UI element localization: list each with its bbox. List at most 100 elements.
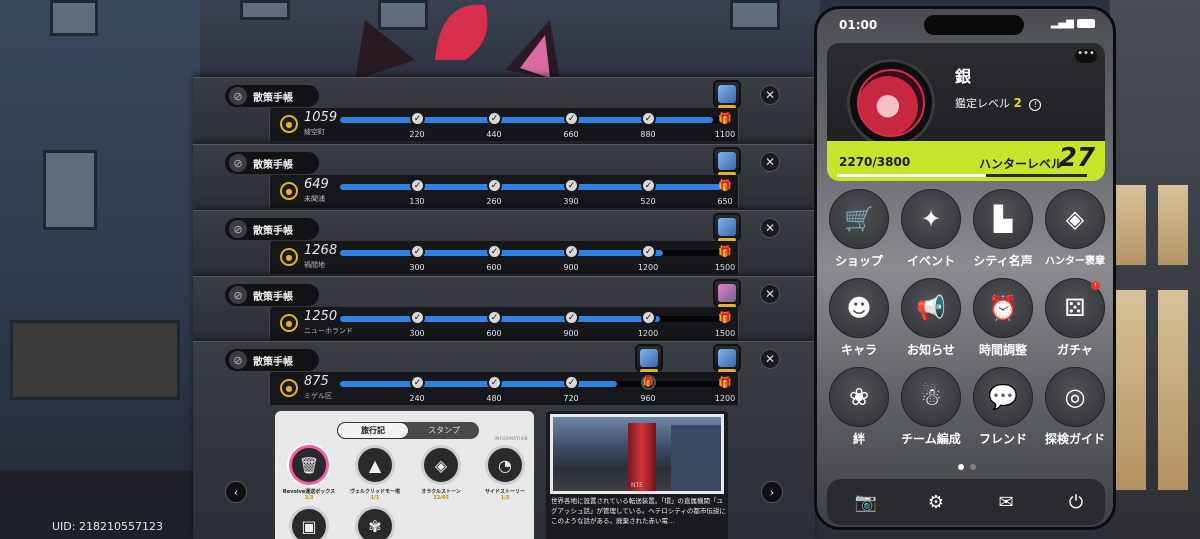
app-alarm-clock[interactable]: ⏰ 時間調整	[968, 278, 1038, 358]
milestone-node[interactable]: ✓	[641, 244, 656, 259]
appraise-level: 鑑定レベル 2 !	[955, 95, 1042, 111]
milestone-node[interactable]: ✓	[564, 111, 579, 126]
stamp-item[interactable]: ◈	[421, 445, 461, 485]
final-reward[interactable]	[713, 213, 741, 242]
milestone-node[interactable]: 🎁	[641, 375, 656, 390]
battery-icon	[1077, 18, 1095, 28]
power-button[interactable]: ⏻	[1063, 489, 1089, 515]
milestone-node[interactable]: ✓	[487, 178, 502, 193]
megaphone-icon: 📢	[916, 294, 946, 322]
milestone-reward[interactable]	[635, 344, 663, 373]
settings-button[interactable]: ⚙	[923, 489, 949, 515]
cart-icon: 🛒	[844, 205, 874, 233]
close-button[interactable]: ✕	[760, 85, 780, 105]
app-megaphone[interactable]: 📢 お知らせ	[896, 278, 966, 358]
stamp-count: 1/3	[500, 495, 510, 501]
more-options-button[interactable]: •••	[1075, 49, 1097, 63]
next-arrow-button[interactable]: ›	[761, 481, 783, 503]
milestone-node[interactable]: ✓	[564, 310, 579, 325]
milestone-node[interactable]: ✓	[487, 244, 502, 259]
milestone-label: 240	[409, 394, 425, 403]
milestone-node[interactable]: ✓	[487, 111, 502, 126]
info-icon[interactable]: !	[1029, 99, 1042, 111]
tab-travelogue[interactable]: 旅行記	[337, 422, 409, 439]
district-name: ミゲル区	[304, 392, 332, 400]
app-icon-circle: ⏰	[973, 278, 1033, 338]
close-button[interactable]: ✕	[760, 218, 780, 238]
page-indicator	[958, 464, 976, 470]
app-dice[interactable]: ⚄! ガチャ	[1040, 278, 1110, 358]
mission-card[interactable]: ⊘ 散策手帳 ✕ ● 1268 禍間地 ✓ 300 ✓ 600 ✓ 900 ✓ 120…	[193, 210, 815, 276]
milestone-node[interactable]: ✓	[487, 375, 502, 390]
coin-icon: ●	[280, 115, 298, 133]
notebook-label: 散策手帳	[253, 356, 293, 368]
milestone-label: 1200	[637, 329, 659, 338]
prev-arrow-button[interactable]: ‹	[225, 481, 247, 503]
app-heart-flower[interactable]: ❀ 絆	[824, 367, 894, 447]
milestone-node[interactable]: ✓	[410, 244, 425, 259]
district-name: 未聞浦	[304, 195, 325, 203]
camera-button[interactable]: 📷	[853, 489, 879, 515]
page-dot[interactable]	[958, 464, 964, 470]
app-compass[interactable]: ◎ 探検ガイド	[1040, 367, 1110, 447]
coin-icon: ●	[280, 314, 298, 332]
stamp-item[interactable]: ◔	[485, 445, 525, 485]
stamp-item[interactable]: ✾	[355, 506, 395, 539]
app-label: 時間調整	[978, 343, 1027, 357]
milestone-node[interactable]: ✓	[641, 178, 656, 193]
final-reward[interactable]	[713, 147, 741, 176]
emblem-icon: ◈	[1065, 205, 1085, 233]
app-film-sparkle[interactable]: ✦ イベント	[896, 189, 966, 269]
uid-label: UID: 218210557123	[52, 520, 163, 533]
app-label: キャラ	[840, 343, 877, 357]
milestone-node[interactable]: ✓	[564, 375, 579, 390]
milestone-node[interactable]: ✓	[487, 310, 502, 325]
mission-card[interactable]: ⊘ 散策手帳 ✕ ● 1250 ニューホランド ✓ 300 ✓ 600 ✓ 900 ✓…	[193, 276, 815, 341]
mission-card[interactable]: ⊘ 散策手帳 ✕ ● 1059 綾空町 ✓ 220 ✓ 440 ✓ 660 ✓ 880…	[193, 77, 815, 144]
stamp-item[interactable]: 🗑	[289, 445, 329, 485]
close-button[interactable]: ✕	[760, 349, 780, 369]
mail-button[interactable]: ✉	[993, 489, 1019, 515]
notebook-tag: ⊘ 散策手帳	[225, 152, 319, 174]
close-button[interactable]: ✕	[760, 152, 780, 172]
stamp-item[interactable]: ▣	[289, 506, 329, 539]
gift-icon: 🎁	[718, 178, 732, 192]
app-cart[interactable]: 🛒 ショップ	[824, 189, 894, 269]
stamp-name: サイドストーリー	[484, 489, 526, 495]
milestone-node[interactable]: ✓	[410, 310, 425, 325]
milestone-node[interactable]: ✓	[410, 111, 425, 126]
app-team[interactable]: ☃ チーム編成	[896, 367, 966, 447]
notebook-label: 散策手帳	[253, 291, 293, 303]
milestone-node[interactable]: ✓	[641, 310, 656, 325]
app-city[interactable]: ▙ シティ名声	[968, 189, 1038, 269]
milestone-label: 1500	[714, 263, 736, 272]
final-reward[interactable]	[713, 279, 741, 308]
coin-icon: ●	[280, 182, 298, 200]
background-building-left	[0, 0, 200, 470]
appraise-label: 鑑定レベル	[955, 97, 1010, 110]
final-reward[interactable]	[713, 344, 741, 373]
close-button[interactable]: ✕	[760, 284, 780, 304]
stamp-item[interactable]: ▲	[355, 445, 395, 485]
notebook-label: 散策手帳	[253, 225, 293, 237]
alert-badge: !	[1091, 281, 1100, 290]
app-character[interactable]: ☻ キャラ	[824, 278, 894, 358]
dock: 📷 ⚙ ✉ ⏻	[827, 479, 1105, 525]
milestone-label: 600	[486, 329, 502, 338]
milestone-node[interactable]: ✓	[564, 244, 579, 259]
hunter-level-band: 2270/3800 ハンターレベル 27	[827, 141, 1105, 181]
milestone-label: 900	[563, 263, 579, 272]
milestone-node[interactable]: ✓	[410, 178, 425, 193]
milestone-node[interactable]: ✓	[410, 375, 425, 390]
app-chat-bubble[interactable]: 💬 フレンド	[968, 367, 1038, 447]
profile-card[interactable]: ••• 銀 鑑定レベル 2 ! 2270/3800 ハンターレベル 27	[827, 43, 1105, 181]
milestone-node[interactable]: ✓	[564, 178, 579, 193]
progress-fill	[340, 117, 714, 123]
final-reward[interactable]	[713, 80, 741, 109]
mission-card[interactable]: ⊘ 散策手帳 ✕ ● 649 未聞浦 ✓ 130 ✓ 260 ✓ 390 ✓ 520 🎁…	[193, 144, 815, 210]
tab-stamps[interactable]: スタンプ	[409, 422, 479, 439]
app-emblem[interactable]: ◈ ハンター褒章	[1040, 189, 1110, 267]
dice-icon: ⚄	[1064, 294, 1086, 322]
page-dot[interactable]	[970, 464, 976, 470]
milestone-node[interactable]: ✓	[641, 111, 656, 126]
